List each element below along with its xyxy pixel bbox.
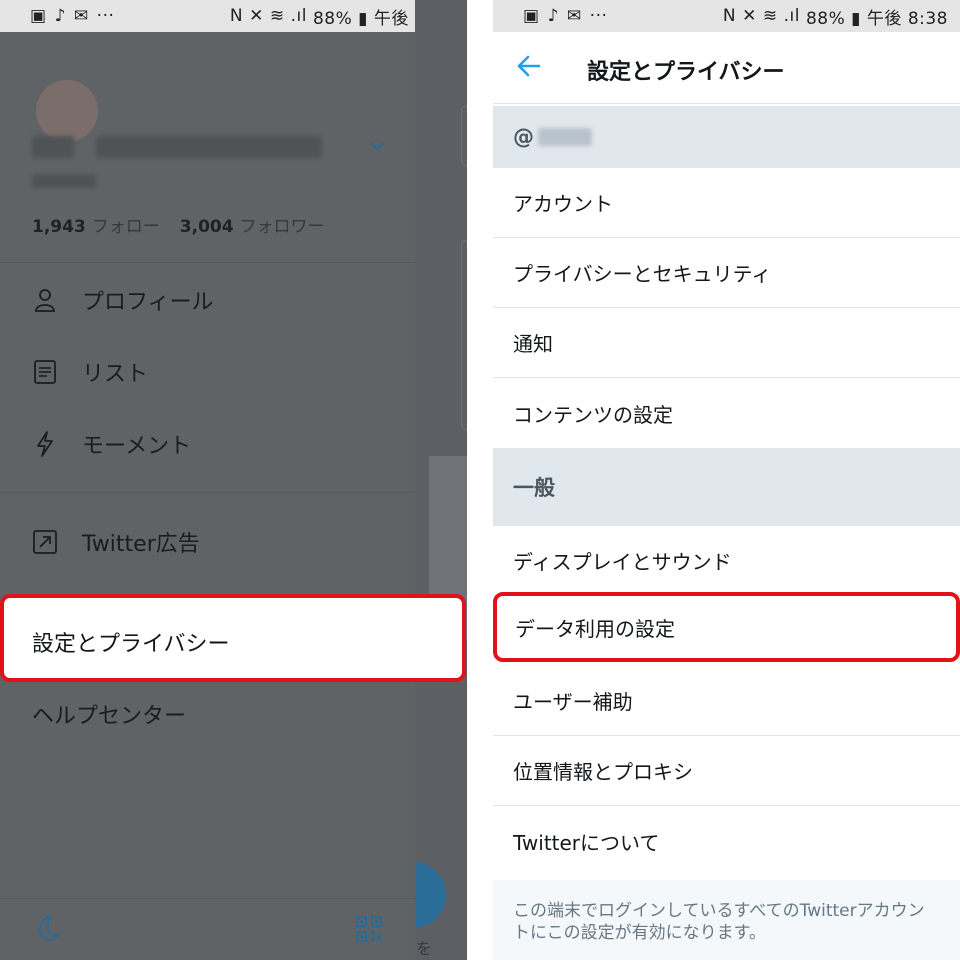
handle-blurred [538,128,592,146]
mute-icon: ✕ [249,6,264,26]
general-header-label: 一般 [513,476,555,500]
avatar[interactable] [36,80,98,142]
menu-item-twitter-ads[interactable]: Twitter広告 [32,526,200,558]
display-name-blurred [96,136,322,158]
settings-privacy-item-highlighted[interactable]: 設定とプライバシー [0,594,466,682]
display-name-blurred [32,136,74,158]
general-section-header: 一般 [493,448,960,526]
followers-label[interactable]: フォロワー [240,217,325,237]
followers-count[interactable]: 3,004 [180,217,234,237]
signal-icon: .ıl [783,6,800,26]
menu-label: プロフィール [82,290,214,315]
battery-time: 88% ▮ 午後 8:38 [805,8,948,29]
menu-label: リスト [82,362,149,387]
divider [0,262,415,263]
row-label: プライバシーとセキュリティ [513,262,772,286]
following-label[interactable]: フォロー [92,217,160,237]
list-icon [32,359,58,385]
signal-icon: .ıl [290,6,307,26]
row-label: ユーザー補助 [513,690,633,714]
settings-row-account[interactable]: アカウント [493,168,960,238]
lightning-icon [32,431,58,457]
row-label: アカウント [513,192,613,216]
qr-code-icon[interactable] [356,916,382,942]
menu-label: モーメント [82,434,192,459]
mail-icon: ✉ [73,6,89,26]
status-left-icons: ▣ ♪ ✉ ··· [30,6,114,26]
back-arrow-icon[interactable] [515,52,543,80]
person-icon [32,287,58,313]
settings-footer-note: この端末でログインしているすべてのTwitterアカウントにこの設定が有効になり… [493,880,960,960]
drawer-bottom-divider [0,898,415,899]
mic-icon: ♪ [547,6,559,26]
row-label: 位置情報とプロキシ [513,760,693,784]
status-right: N ✕ ≋ .ıl 88% ▮ 午後 8:38 [723,4,948,29]
menu-item-profile[interactable]: プロフィール [32,284,214,316]
panel-divider [467,0,493,960]
menu-item-lists[interactable]: リスト [32,356,148,388]
wifi-icon: ≋ [269,6,285,26]
app-bar: 設定とプライバシー [493,32,960,104]
mute-icon: ✕ [742,6,757,26]
settings-row-content[interactable]: コンテンツの設定 [493,378,960,448]
help-center-item[interactable]: ヘルプセンター [32,698,186,730]
following-count[interactable]: 1,943 [32,217,86,237]
external-link-icon [32,529,58,555]
mail-icon: ✉ [566,6,582,26]
follow-counts: 1,943 フォロー 3,004 フォロワー [32,212,345,237]
more-icon: ··· [589,6,608,26]
left-screenshot: ▣ ♪ ✉ ··· N ✕ ≋ .ıl 88% ▮ 午後 8:37 を 1,94… [0,0,467,960]
chevron-down-icon[interactable] [367,138,387,154]
row-label: ディスプレイとサウンド [513,550,732,574]
row-label: データ利用の設定 [515,616,675,641]
row-label: コンテンツの設定 [513,402,673,427]
menu-label: Twitter広告 [82,532,200,557]
divider [0,492,415,493]
nfc-icon: N [722,6,737,26]
account-section-header: @ [493,106,960,168]
nav-drawer: 1,943 フォロー 3,004 フォロワー プロフィール リスト モーメント [0,32,415,960]
wifi-icon: ≋ [762,6,778,26]
image-icon: ▣ [523,6,540,26]
timeline-behind-drawer [415,0,467,960]
account-handle: @ [513,125,534,149]
menu-item-moments[interactable]: モーメント [32,428,191,460]
handle-blurred [32,174,96,188]
settings-row-about[interactable]: Twitterについて [493,806,960,876]
settings-row-display-sound[interactable]: ディスプレイとサウンド [493,526,960,596]
settings-row-notifications[interactable]: 通知 [493,308,960,378]
row-label: 通知 [513,332,553,356]
mic-icon: ♪ [54,6,66,26]
status-bar: ▣ ♪ ✉ ··· N ✕ ≋ .ıl 88% ▮ 午後 8:38 [493,0,960,32]
settings-row-location-proxy[interactable]: 位置情報とプロキシ [493,736,960,806]
page-title: 設定とプライバシー [587,60,785,85]
nfc-icon: N [229,6,244,26]
settings-privacy-label: 設定とプライバシー [32,632,230,657]
fab-caption: を [416,939,433,958]
row-label: Twitterについて [513,830,660,855]
settings-row-data-usage-highlighted[interactable]: データ利用の設定 [493,592,960,662]
night-mode-moon-icon[interactable] [32,914,60,944]
status-bar: ▣ ♪ ✉ ··· N ✕ ≋ .ıl 88% ▮ 午後 8:37 [0,0,467,32]
settings-row-accessibility[interactable]: ユーザー補助 [493,666,960,736]
status-left-icons: ▣ ♪ ✉ ··· [523,6,607,26]
right-screenshot: ▣ ♪ ✉ ··· N ✕ ≋ .ıl 88% ▮ 午後 8:38 設定とプライ… [493,0,960,960]
settings-row-privacy-security[interactable]: プライバシーとセキュリティ [493,238,960,308]
more-icon: ··· [96,6,115,26]
image-icon: ▣ [30,6,47,26]
